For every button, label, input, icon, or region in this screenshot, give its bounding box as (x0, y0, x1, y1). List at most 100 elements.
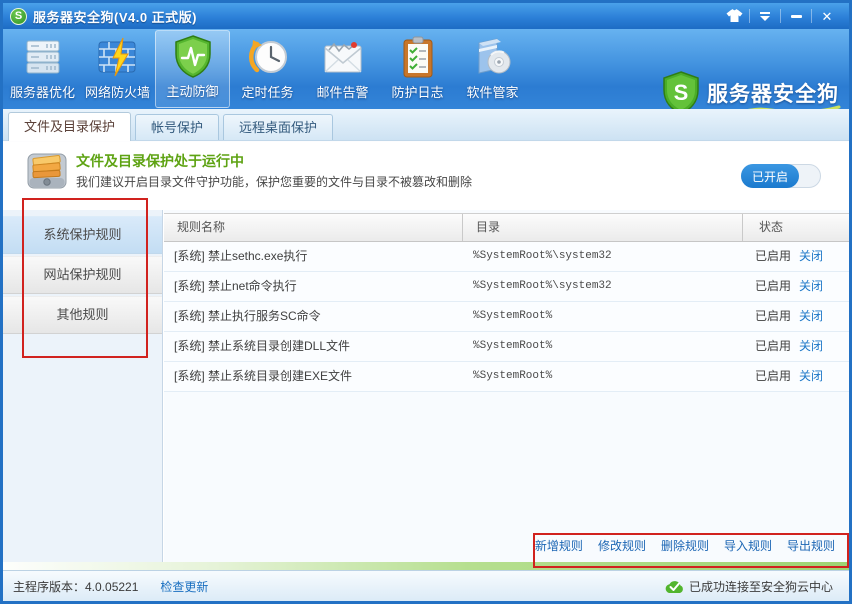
rule-name: [系统] 禁止系统目录创建DLL文件 (164, 332, 463, 361)
toolbar-item-label: 主动防御 (166, 81, 218, 100)
toolbar-item-protection-log[interactable]: 防护日志 (380, 30, 455, 108)
server-icon (22, 34, 64, 80)
brand-text: 服务器安全狗 (707, 78, 839, 108)
toolbar-item-label: 服务器优化 (10, 82, 75, 101)
close-button[interactable]: ✕ (812, 6, 842, 26)
content-area: 文件及目录保护处于运行中 我们建议开启目录文件守护功能，保护您重要的文件与目录不… (3, 142, 849, 562)
rule-directory: %SystemRoot% (463, 332, 743, 361)
sidebar-item-other-rules[interactable]: 其他规则 (3, 296, 162, 334)
version-label: 主程序版本：4.0.05221 (13, 578, 138, 595)
table-row: [系统] 禁止net命令执行 %SystemRoot%\system32 已启用… (164, 272, 849, 302)
rule-status: 已启用关闭 (743, 242, 849, 271)
toolbar-item-software-manager[interactable]: 软件管家 (455, 30, 530, 108)
toolbar: 服务器优化 网络防火墙 主动防御 (3, 29, 849, 109)
minimize-button[interactable] (781, 6, 811, 26)
rule-actions: 新增规则 修改规则 删除规则 导入规则 导出规则 (535, 537, 835, 554)
column-header-status: 状态 (743, 214, 849, 241)
cloud-check-icon (664, 579, 685, 594)
safedog-s-icon: S (10, 8, 27, 25)
status-text: 已启用 (755, 369, 791, 383)
cloud-status: 已成功连接至安全狗云中心 (664, 578, 833, 595)
skin-button[interactable] (719, 6, 749, 26)
window-controls: ✕ (719, 6, 842, 26)
check-update-link[interactable]: 检查更新 (160, 578, 208, 595)
shield-pulse-icon (172, 33, 214, 79)
sidebar-item-system-rules[interactable]: 系统保护规则 (3, 216, 162, 254)
rule-directory: %SystemRoot%\system32 (463, 242, 743, 271)
rule-status: 已启用关闭 (743, 272, 849, 301)
tab-strip: 文件及目录保护 帐号保护 远程桌面保护 (3, 109, 849, 141)
modify-rule-link[interactable]: 修改规则 (598, 537, 646, 554)
delete-rule-link[interactable]: 删除规则 (661, 537, 709, 554)
toolbar-item-label: 防护日志 (391, 82, 443, 101)
table-row: [系统] 禁止执行服务SC命令 %SystemRoot% 已启用关闭 (164, 302, 849, 332)
protection-toggle[interactable]: 已开启 (741, 164, 821, 188)
rule-name: [系统] 禁止net命令执行 (164, 272, 463, 301)
statusbar: 主程序版本：4.0.05221 检查更新 已成功连接至安全狗云中心 (3, 570, 849, 601)
toolbar-item-server-optimize[interactable]: 服务器优化 (5, 30, 80, 108)
rule-directory: %SystemRoot% (463, 302, 743, 331)
add-rule-link[interactable]: 新增规则 (535, 537, 583, 554)
banner-title: 文件及目录保护处于运行中 (76, 151, 244, 171)
software-box-icon (471, 34, 515, 80)
status-text: 已启用 (755, 309, 791, 323)
column-header-rule-name: 规则名称 (164, 214, 463, 241)
caret-down-icon (760, 12, 770, 21)
svg-text:S: S (674, 80, 689, 105)
import-rule-link[interactable]: 导入规则 (724, 537, 772, 554)
tab-file-directory-protection[interactable]: 文件及目录保护 (8, 112, 131, 141)
menu-button[interactable] (750, 6, 780, 26)
toolbar-item-firewall[interactable]: 网络防火墙 (80, 30, 155, 108)
cloud-status-text: 已成功连接至安全狗云中心 (689, 578, 833, 595)
disable-rule-link[interactable]: 关闭 (799, 339, 823, 353)
column-header-directory: 目录 (463, 214, 743, 241)
rule-directory: %SystemRoot%\system32 (463, 272, 743, 301)
rule-name: [系统] 禁止执行服务SC命令 (164, 302, 463, 331)
rule-status: 已启用关闭 (743, 302, 849, 331)
status-banner: 文件及目录保护处于运行中 我们建议开启目录文件守护功能，保护您重要的文件与目录不… (3, 142, 849, 210)
tab-remote-desktop-protection[interactable]: 远程桌面保护 (223, 114, 333, 140)
minus-icon (791, 15, 802, 18)
table-row: [系统] 禁止系统目录创建EXE文件 %SystemRoot% 已启用关闭 (164, 362, 849, 392)
toolbar-item-label: 软件管家 (466, 82, 518, 101)
disable-rule-link[interactable]: 关闭 (799, 309, 823, 323)
sidebar-item-website-rules[interactable]: 网站保护规则 (3, 256, 162, 294)
toolbar-item-label: 网络防火墙 (85, 82, 150, 101)
export-rule-link[interactable]: 导出规则 (787, 537, 835, 554)
table-header: 规则名称 目录 状态 (164, 213, 849, 242)
tab-account-protection[interactable]: 帐号保护 (135, 114, 219, 140)
status-text: 已启用 (755, 279, 791, 293)
table-row: [系统] 禁止sethc.exe执行 %SystemRoot%\system32… (164, 242, 849, 272)
window-title: 服务器安全狗(V4.0 正式版) (33, 7, 197, 26)
titlebar: S 服务器安全狗(V4.0 正式版) ✕ (3, 3, 849, 29)
disable-rule-link[interactable]: 关闭 (799, 369, 823, 383)
log-clipboard-icon (398, 34, 438, 80)
rules-panel: 规则名称 目录 状态 [系统] 禁止sethc.exe执行 %SystemRoo… (164, 210, 849, 562)
toolbar-item-mail-alert[interactable]: 邮件告警 (305, 30, 380, 108)
disable-rule-link[interactable]: 关闭 (799, 279, 823, 293)
mail-icon (321, 34, 365, 80)
status-text: 已启用 (755, 339, 791, 353)
rule-name: [系统] 禁止系统目录创建EXE文件 (164, 362, 463, 391)
folders-icon (27, 151, 67, 196)
rule-status: 已启用关闭 (743, 362, 849, 391)
rule-name: [系统] 禁止sethc.exe执行 (164, 242, 463, 271)
toolbar-item-label: 邮件告警 (316, 82, 368, 101)
app-window: S 服务器安全狗(V4.0 正式版) ✕ (0, 0, 852, 604)
toolbar-item-active-defense[interactable]: 主动防御 (155, 30, 230, 108)
clock-icon (246, 34, 290, 80)
disable-rule-link[interactable]: 关闭 (799, 249, 823, 263)
x-icon: ✕ (822, 10, 833, 23)
firewall-icon (96, 34, 140, 80)
statusbar-gradient-strip (3, 562, 849, 570)
table-row: [系统] 禁止系统目录创建DLL文件 %SystemRoot% 已启用关闭 (164, 332, 849, 362)
shirt-icon (726, 9, 743, 23)
toggle-on-label: 已开启 (741, 164, 799, 188)
toolbar-item-scheduled-tasks[interactable]: 定时任务 (230, 30, 305, 108)
banner-subtitle: 我们建议开启目录文件守护功能，保护您重要的文件与目录不被篡改和删除 (76, 173, 472, 190)
status-text: 已启用 (755, 249, 791, 263)
rule-category-sidebar: 系统保护规则 网站保护规则 其他规则 (3, 210, 163, 562)
rule-status: 已启用关闭 (743, 332, 849, 361)
toolbar-item-label: 定时任务 (241, 82, 293, 101)
rule-directory: %SystemRoot% (463, 362, 743, 391)
